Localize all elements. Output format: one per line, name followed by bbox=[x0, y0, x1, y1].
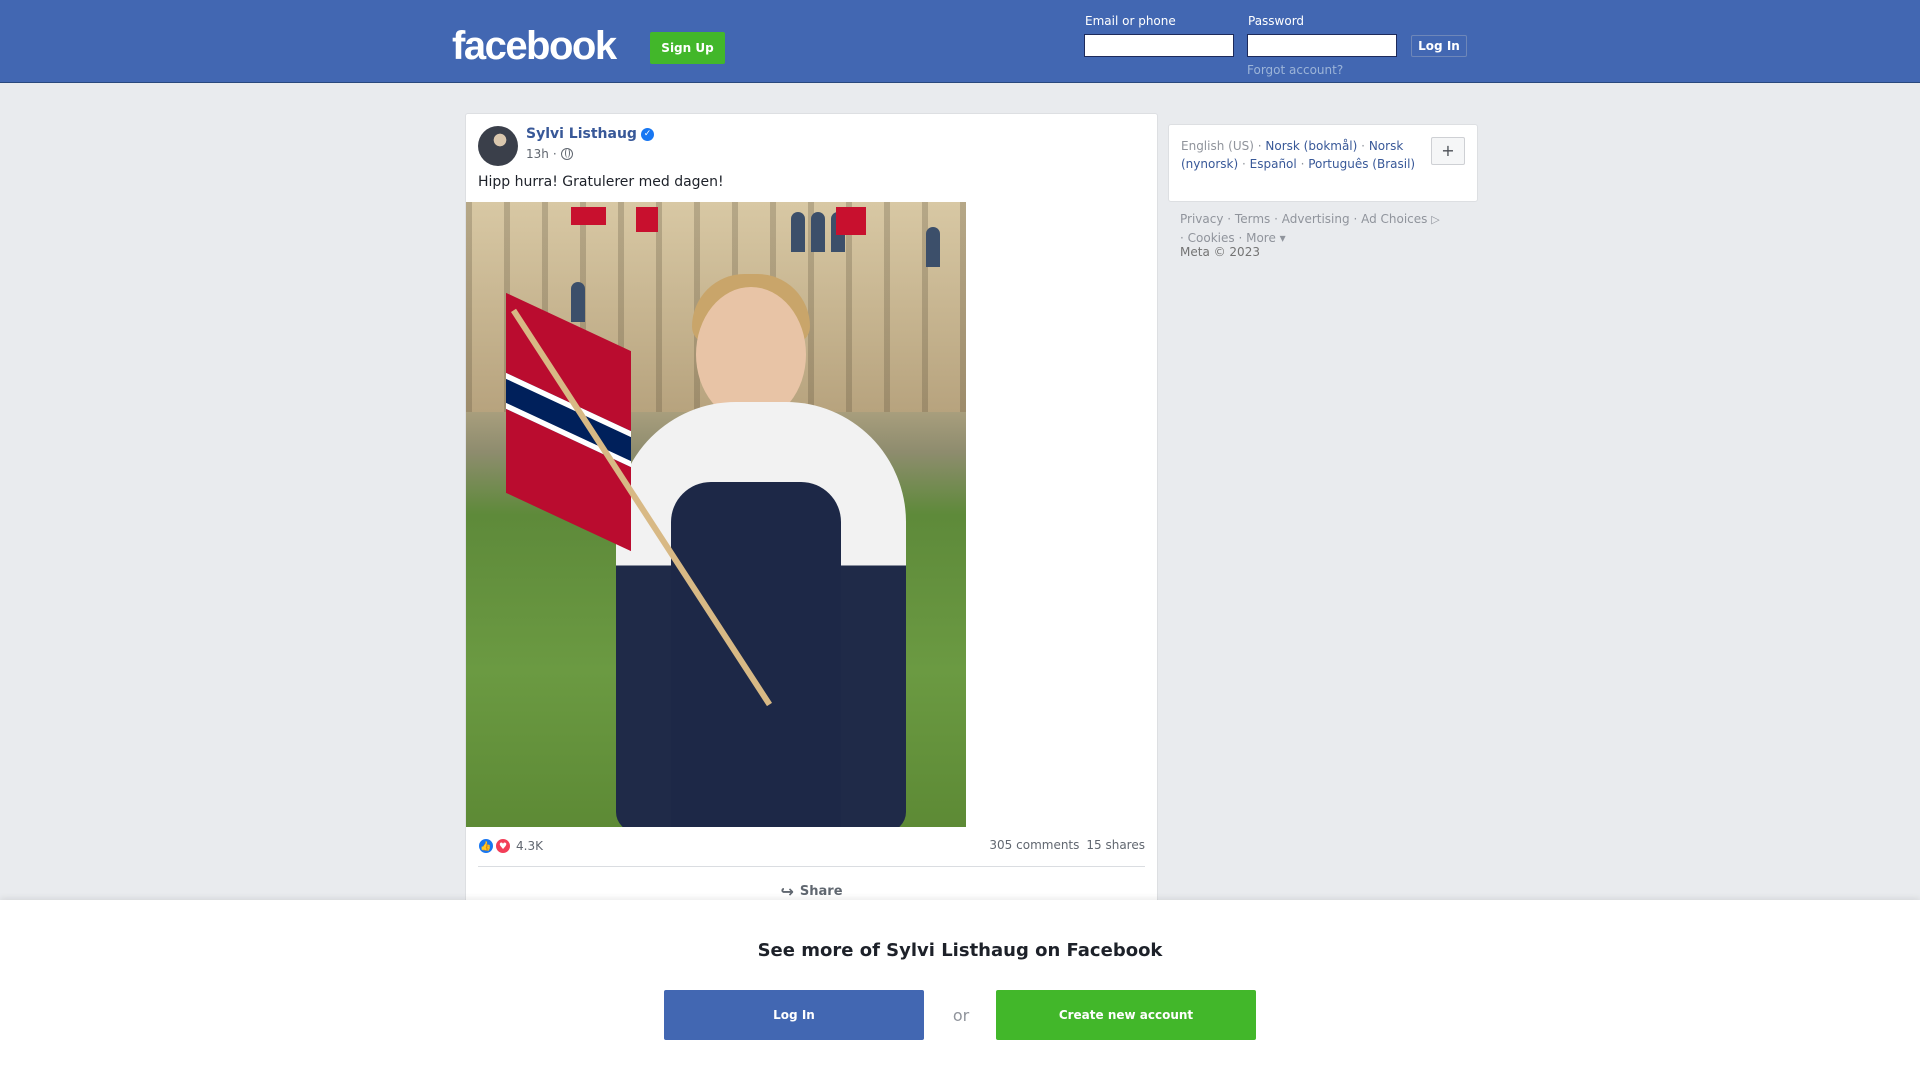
password-field[interactable] bbox=[1247, 34, 1397, 57]
separator: · bbox=[1274, 212, 1282, 226]
like-icon: 👍 bbox=[478, 838, 494, 854]
chevron-down-icon: ▾ bbox=[1279, 231, 1286, 245]
separator: · bbox=[1361, 139, 1365, 153]
language-option[interactable]: Português (Brasil) bbox=[1308, 157, 1415, 171]
post-time[interactable]: 13h bbox=[526, 147, 549, 161]
photo-window bbox=[791, 212, 805, 252]
overlay-title: See more of Sylvi Listhaug on Facebook bbox=[757, 940, 1163, 961]
footer-link-terms[interactable]: Terms bbox=[1235, 212, 1270, 226]
photo-bodice bbox=[671, 482, 841, 827]
separator: · bbox=[1180, 231, 1188, 245]
password-label: Password bbox=[1248, 14, 1305, 28]
separator: · bbox=[1241, 157, 1246, 171]
photo-flag bbox=[571, 207, 606, 225]
post-photo[interactable] bbox=[466, 202, 966, 827]
engagement-counts: 305 comments 15 shares bbox=[989, 838, 1145, 852]
post-meta: 13h · bbox=[526, 147, 573, 161]
reaction-count[interactable]: 4.3K bbox=[516, 839, 543, 853]
post-author[interactable]: Sylvi Listhaug ✓ bbox=[526, 126, 654, 142]
share-label: Share bbox=[799, 883, 843, 899]
create-account-button[interactable]: Create new account bbox=[996, 990, 1256, 1040]
more-languages-button[interactable]: + bbox=[1431, 137, 1465, 165]
photo-window bbox=[571, 282, 585, 322]
globe-icon bbox=[560, 148, 573, 160]
separator: · bbox=[1257, 139, 1262, 153]
copyright: Meta © 2023 bbox=[1180, 245, 1260, 259]
login-prompt-overlay: See more of Sylvi Listhaug on Facebook L… bbox=[0, 900, 1920, 1080]
separator: · bbox=[1353, 212, 1362, 226]
post-card: Sylvi Listhaug ✓ 13h · Hipp hurra! Gratu… bbox=[465, 113, 1158, 913]
verified-badge-icon: ✓ bbox=[640, 127, 654, 141]
separator: · bbox=[1300, 157, 1305, 171]
separator: · bbox=[1238, 231, 1247, 245]
footer-link-cookies[interactable]: Cookies bbox=[1188, 231, 1235, 245]
footer-link-ad-choices[interactable]: Ad Choices bbox=[1361, 212, 1427, 226]
ad-choices-icon: ▷ bbox=[1431, 213, 1440, 226]
facebook-logo[interactable]: facebook bbox=[452, 22, 617, 70]
language-selector: English (US) · Norsk (bokmål) · Norsk (n… bbox=[1168, 124, 1478, 202]
log-in-button[interactable]: Log In bbox=[1411, 35, 1467, 57]
language-option[interactable]: Español bbox=[1250, 157, 1297, 171]
photo-flag bbox=[636, 207, 658, 232]
post-text: Hipp hurra! Gratulerer med dagen! bbox=[478, 174, 724, 190]
email-label: Email or phone bbox=[1085, 14, 1176, 28]
shares-count[interactable]: 15 shares bbox=[1086, 838, 1145, 852]
photo-flag bbox=[836, 207, 866, 235]
comments-count[interactable]: 305 comments bbox=[989, 838, 1079, 852]
photo-window bbox=[811, 212, 825, 252]
photo-window bbox=[926, 227, 940, 267]
forgot-account-link[interactable]: Forgot account? bbox=[1247, 63, 1343, 77]
meta-separator: · bbox=[552, 147, 557, 161]
footer-links: Privacy · Terms · Advertising · Ad Choic… bbox=[1180, 210, 1480, 247]
avatar[interactable] bbox=[478, 126, 518, 166]
action-divider bbox=[478, 866, 1145, 867]
footer-link-privacy[interactable]: Privacy bbox=[1180, 212, 1223, 226]
email-field[interactable] bbox=[1084, 34, 1234, 57]
share-icon: ↪ bbox=[780, 881, 794, 901]
current-language: English (US) bbox=[1181, 139, 1254, 153]
overlay-log-in-button[interactable]: Log In bbox=[664, 990, 924, 1040]
or-label: or bbox=[952, 1006, 970, 1025]
language-option[interactable]: Norsk (bokmål) bbox=[1265, 139, 1357, 153]
footer-link-more[interactable]: More bbox=[1246, 231, 1276, 245]
separator: · bbox=[1227, 212, 1235, 226]
love-icon: ♥ bbox=[495, 838, 511, 854]
top-header: facebook Sign Up Email or phone Password… bbox=[0, 0, 1920, 83]
sign-up-button[interactable]: Sign Up bbox=[650, 32, 725, 64]
footer-link-advertising[interactable]: Advertising bbox=[1282, 212, 1350, 226]
reactions-summary[interactable]: 👍 ♥ 4.3K bbox=[478, 838, 543, 854]
author-name[interactable]: Sylvi Listhaug bbox=[526, 126, 637, 142]
